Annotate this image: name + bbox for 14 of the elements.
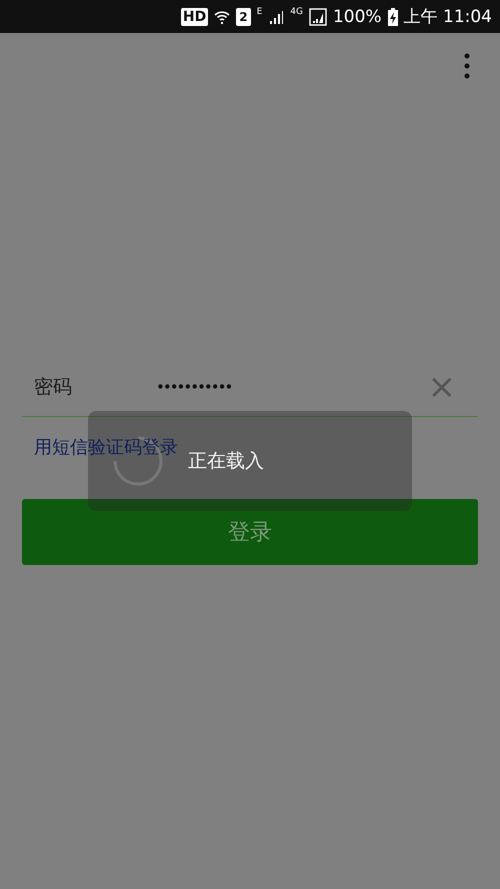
network-type: E <box>256 7 262 17</box>
loading-text: 正在载入 <box>188 449 264 474</box>
signal-icon <box>308 8 327 26</box>
wifi-icon <box>214 8 230 24</box>
battery-level: 100% <box>332 6 382 26</box>
sim-badge: 2 <box>236 8 251 26</box>
hd-badge: HD <box>180 8 208 26</box>
password-field[interactable]: ••••••••••• <box>156 378 428 396</box>
more-options-icon[interactable] <box>464 53 470 79</box>
clock: 上午 11:04 <box>404 6 492 28</box>
network-type: 4G <box>290 7 303 17</box>
battery-charging-icon <box>388 8 398 26</box>
password-label: 密码 <box>34 375 73 400</box>
signal-icon <box>268 8 284 24</box>
